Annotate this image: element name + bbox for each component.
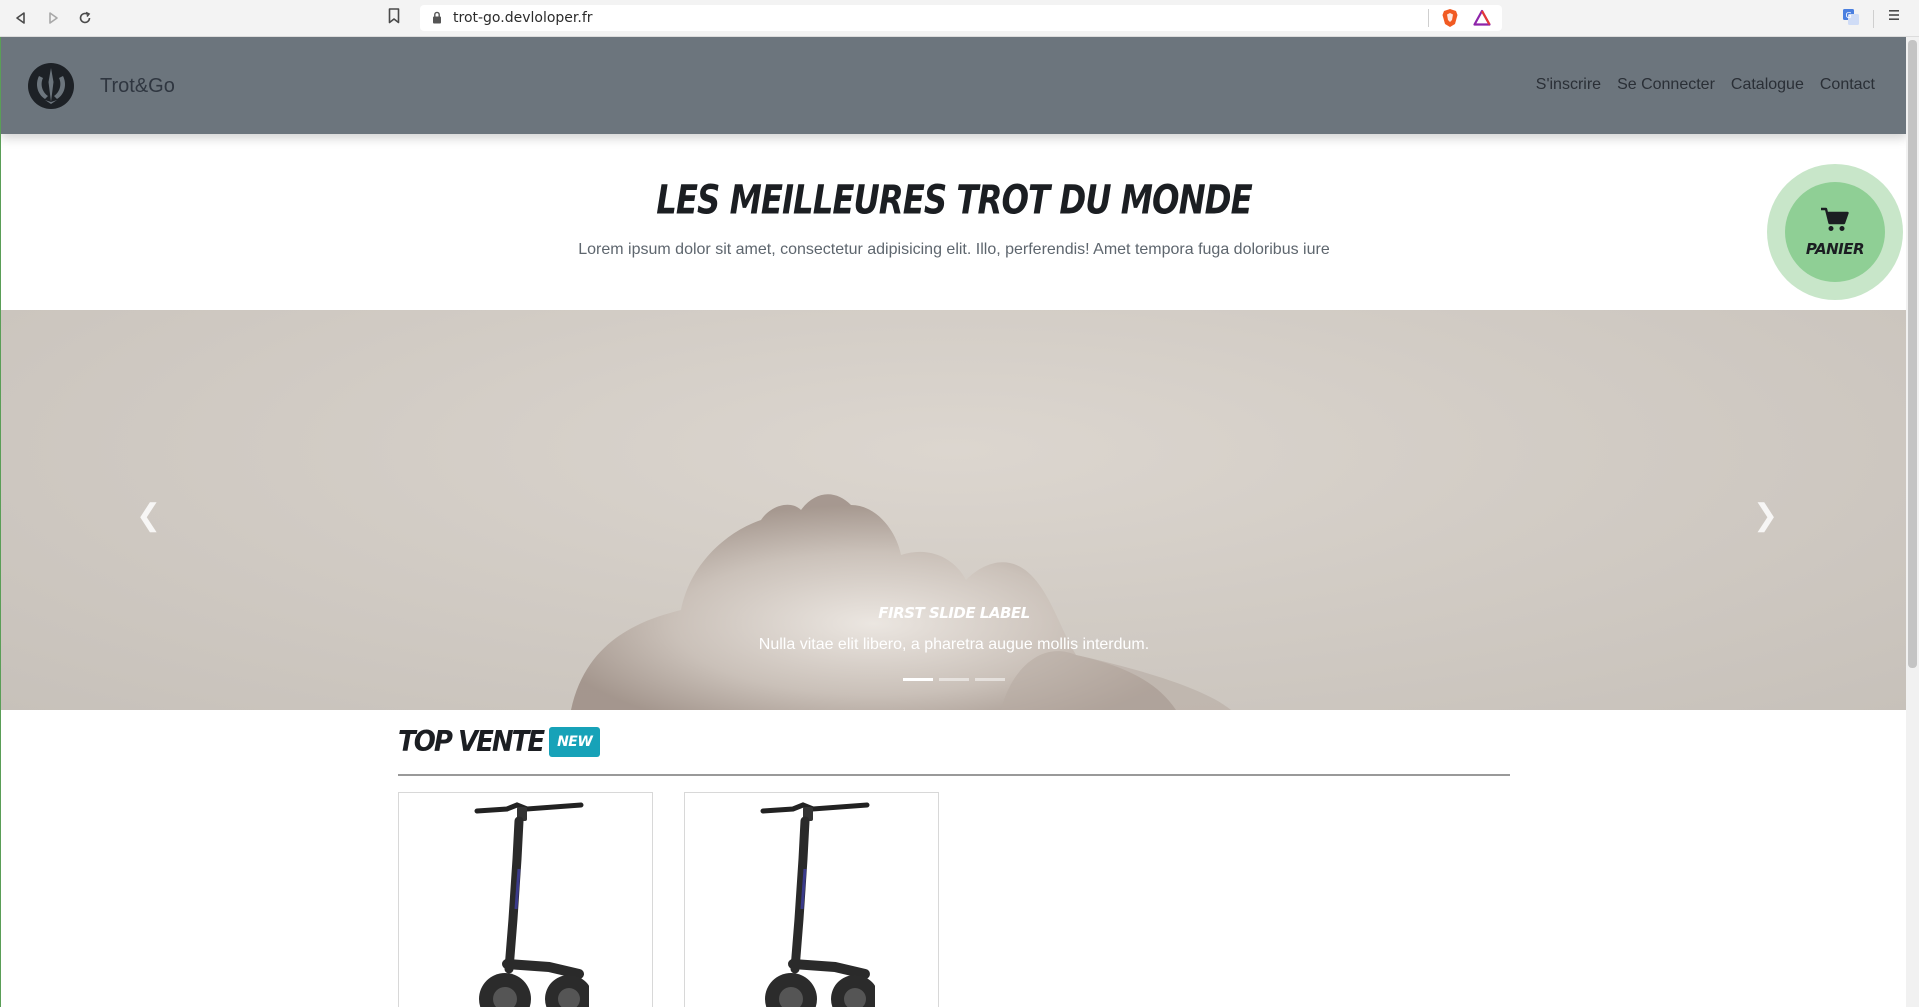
carousel-next-icon[interactable]: ❯	[1753, 498, 1778, 533]
translate-icon[interactable]: G	[1842, 8, 1860, 31]
new-badge: New	[549, 727, 601, 757]
top-sales-header: Top vente New	[398, 725, 601, 759]
product-card[interactable]	[684, 792, 939, 1007]
address-bar[interactable]: trot-go.devloloper.fr	[420, 5, 1502, 31]
nav-links: S'inscrire Se Connecter Catalogue Contac…	[1536, 76, 1875, 94]
nav-link-signup[interactable]: S'inscrire	[1536, 76, 1601, 94]
caption-text: Nulla vitae elit libero, a pharetra augu…	[758, 636, 1150, 653]
section-divider	[398, 774, 1510, 776]
hero-subtitle: Lorem ipsum dolor sit amet, consectetur …	[578, 241, 1330, 258]
browser-toolbar: trot-go.devloloper.fr G	[0, 0, 1919, 37]
back-icon[interactable]	[10, 7, 32, 29]
page-viewport: Trot&Go S'inscrire Se Connecter Catalogu…	[0, 37, 1906, 1007]
browser-menu-icon[interactable]	[1888, 8, 1900, 27]
scooter-image	[474, 802, 589, 1007]
caption-title: First slide label	[878, 604, 1030, 622]
scrollbar-thumb[interactable]	[1908, 40, 1917, 668]
carousel-caption: First slide label Nulla vitae elit liber…	[1, 604, 1906, 654]
nav-link-contact[interactable]: Contact	[1820, 76, 1875, 94]
jedi-order-logo-icon[interactable]	[27, 62, 75, 110]
nav-link-catalogue[interactable]: Catalogue	[1731, 76, 1804, 94]
brave-shield-icon[interactable]	[1441, 8, 1459, 33]
scooter-image	[760, 802, 875, 1007]
carousel-indicator-1[interactable]	[903, 678, 933, 681]
product-card[interactable]	[398, 792, 653, 1007]
reload-icon[interactable]	[74, 7, 96, 29]
cart-button[interactable]: Panier	[1767, 164, 1903, 300]
nav-link-login[interactable]: Se Connecter	[1617, 76, 1715, 94]
hero-carousel: ❮ ❯ First slide label Nulla vitae elit l…	[1, 310, 1906, 710]
site-navbar: Trot&Go S'inscrire Se Connecter Catalogu…	[1, 37, 1906, 134]
carousel-indicator-2[interactable]	[939, 678, 969, 681]
carousel-prev-icon[interactable]: ❮	[136, 498, 161, 533]
hero-title: Les meilleures trot du monde	[656, 177, 1252, 224]
forward-icon[interactable]	[42, 7, 64, 29]
svg-text:G: G	[1846, 11, 1852, 20]
brave-rewards-icon[interactable]	[1473, 9, 1491, 32]
url-text: trot-go.devloloper.fr	[453, 10, 593, 26]
top-sales-title: Top vente	[398, 725, 545, 759]
bookmark-icon[interactable]	[388, 8, 400, 29]
cart-icon	[1820, 207, 1850, 238]
cart-label: Panier	[1805, 239, 1865, 258]
brand-name[interactable]: Trot&Go	[100, 75, 175, 98]
lock-icon	[432, 11, 442, 29]
carousel-indicator-3[interactable]	[975, 678, 1005, 681]
carousel-indicators	[903, 678, 1005, 681]
page-scrollbar[interactable]	[1906, 37, 1919, 1007]
